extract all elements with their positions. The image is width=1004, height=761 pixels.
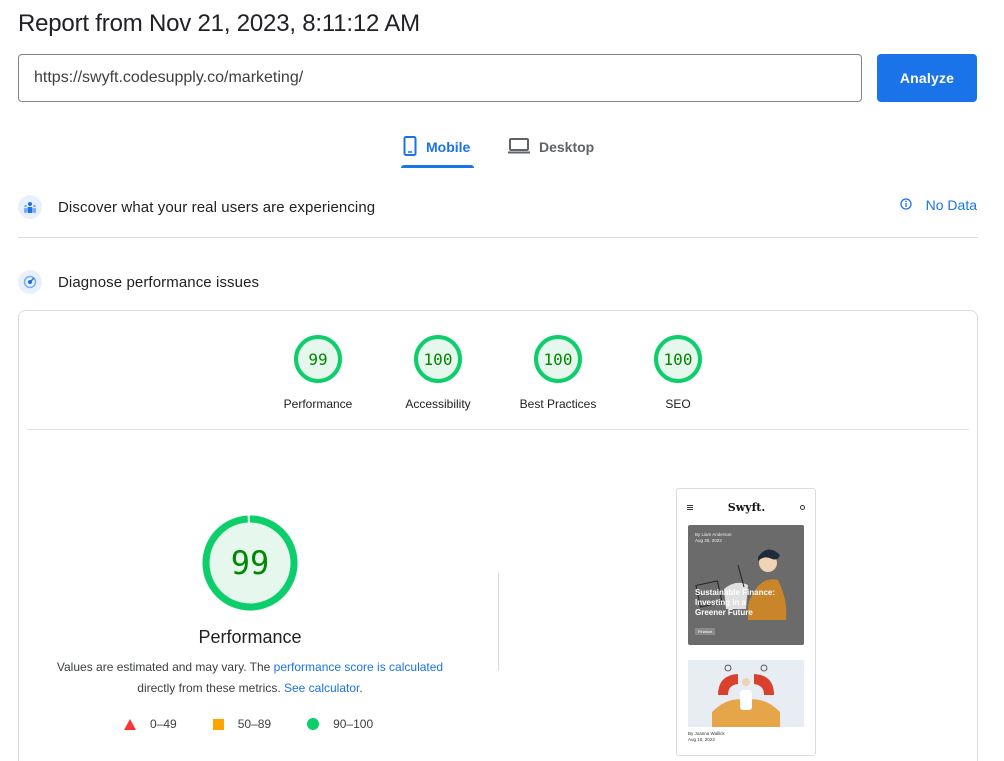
note-text: directly from these metrics.	[137, 681, 284, 695]
hero-byline: By Liam Anderson Aug 30, 2023	[695, 532, 732, 544]
hero-tag: Finance	[695, 628, 716, 635]
category-gauge-performance[interactable]: 99 Performance	[268, 335, 368, 411]
legend-pass: 90–100	[307, 717, 373, 731]
hero-date: Aug 30, 2023	[695, 538, 722, 543]
performance-gauge: 99	[202, 515, 298, 611]
legend-label: 50–89	[237, 717, 272, 731]
field-data-title: Discover what your real users are experi…	[58, 198, 376, 216]
square-icon	[212, 718, 224, 730]
menu-icon	[687, 504, 693, 510]
vertical-divider	[498, 573, 499, 671]
hero-headline: Sustainable Finance: Investing in a Gree…	[695, 588, 776, 617]
laptop-icon	[508, 137, 530, 157]
performance-score-link[interactable]: performance score is calculated	[274, 660, 443, 674]
tab-desktop-label: Desktop	[539, 139, 595, 155]
field-data-section: Discover what your real users are experi…	[18, 187, 978, 227]
category-label: Best Practices	[519, 397, 597, 411]
gauge-icon	[18, 270, 42, 294]
category-score: 99	[294, 335, 342, 383]
legend-label: 90–100	[333, 717, 374, 731]
performance-score: 99	[230, 544, 270, 582]
note-text: Values are estimated and may vary. The	[56, 660, 274, 674]
section-divider	[18, 237, 978, 238]
lab-data-title: Diagnose performance issues	[58, 273, 260, 291]
category-label: Accessibility	[405, 397, 471, 411]
lab-data-section: Diagnose performance issues	[18, 262, 978, 302]
category-gauge-best-practices[interactable]: 100 Best Practices	[508, 335, 608, 411]
page-screenshot[interactable]: Swyft. By Liam Anderson Aug 30, 2023 Sus…	[676, 488, 816, 756]
category-score: 100	[654, 335, 702, 383]
category-label: SEO	[665, 397, 691, 411]
device-tabs: Mobile Desktop	[0, 124, 1004, 170]
card-date: Aug 10, 2023	[688, 737, 715, 742]
circle-icon	[307, 718, 320, 730]
note-text: .	[359, 681, 363, 695]
report-title: Report from Nov 21, 2023, 8:11:12 AM	[18, 10, 420, 37]
screenshot-header: Swyft.	[677, 489, 815, 525]
category-gauge-seo[interactable]: 100 SEO	[628, 335, 728, 411]
info-icon	[899, 197, 912, 213]
performance-title: Performance	[198, 627, 302, 647]
smartphone-icon	[403, 135, 417, 159]
analyze-button[interactable]: Analyze	[877, 54, 977, 102]
category-score: 100	[534, 335, 582, 383]
tab-mobile-label: Mobile	[426, 139, 471, 155]
tab-desktop[interactable]: Desktop	[508, 124, 603, 170]
search-icon	[799, 504, 805, 510]
site-logo: Swyft.	[727, 500, 766, 514]
lighthouse-report-card: 99 Performance 100 Accessibility 100 Bes…	[18, 310, 978, 761]
category-gauge-accessibility[interactable]: 100 Accessibility	[388, 335, 488, 411]
legend-label: 0–49	[150, 717, 177, 731]
users-icon	[18, 195, 42, 219]
legend-fail: 0–49	[124, 717, 177, 731]
screenshot-hero: By Liam Anderson Aug 30, 2023 Sustainabl…	[688, 525, 804, 645]
no-data-label: No Data	[925, 197, 977, 213]
see-calculator-link[interactable]: See calculator	[284, 681, 359, 695]
category-divider	[27, 429, 969, 430]
category-score: 100	[414, 335, 462, 383]
no-data-link[interactable]: No Data	[899, 197, 977, 213]
legend-average: 50–89	[212, 717, 272, 731]
card-illustration	[712, 664, 780, 727]
score-legend: 0–49 50–89 90–100	[124, 717, 373, 731]
tab-mobile[interactable]: Mobile	[401, 124, 474, 170]
performance-note: Values are estimated and may vary. The p…	[49, 657, 451, 699]
triangle-icon	[124, 718, 136, 730]
url-input[interactable]	[18, 54, 862, 102]
screenshot-card	[688, 660, 804, 727]
card-byline: By Joanna Wallick Aug 10, 2023	[688, 731, 725, 743]
category-label: Performance	[283, 397, 353, 411]
